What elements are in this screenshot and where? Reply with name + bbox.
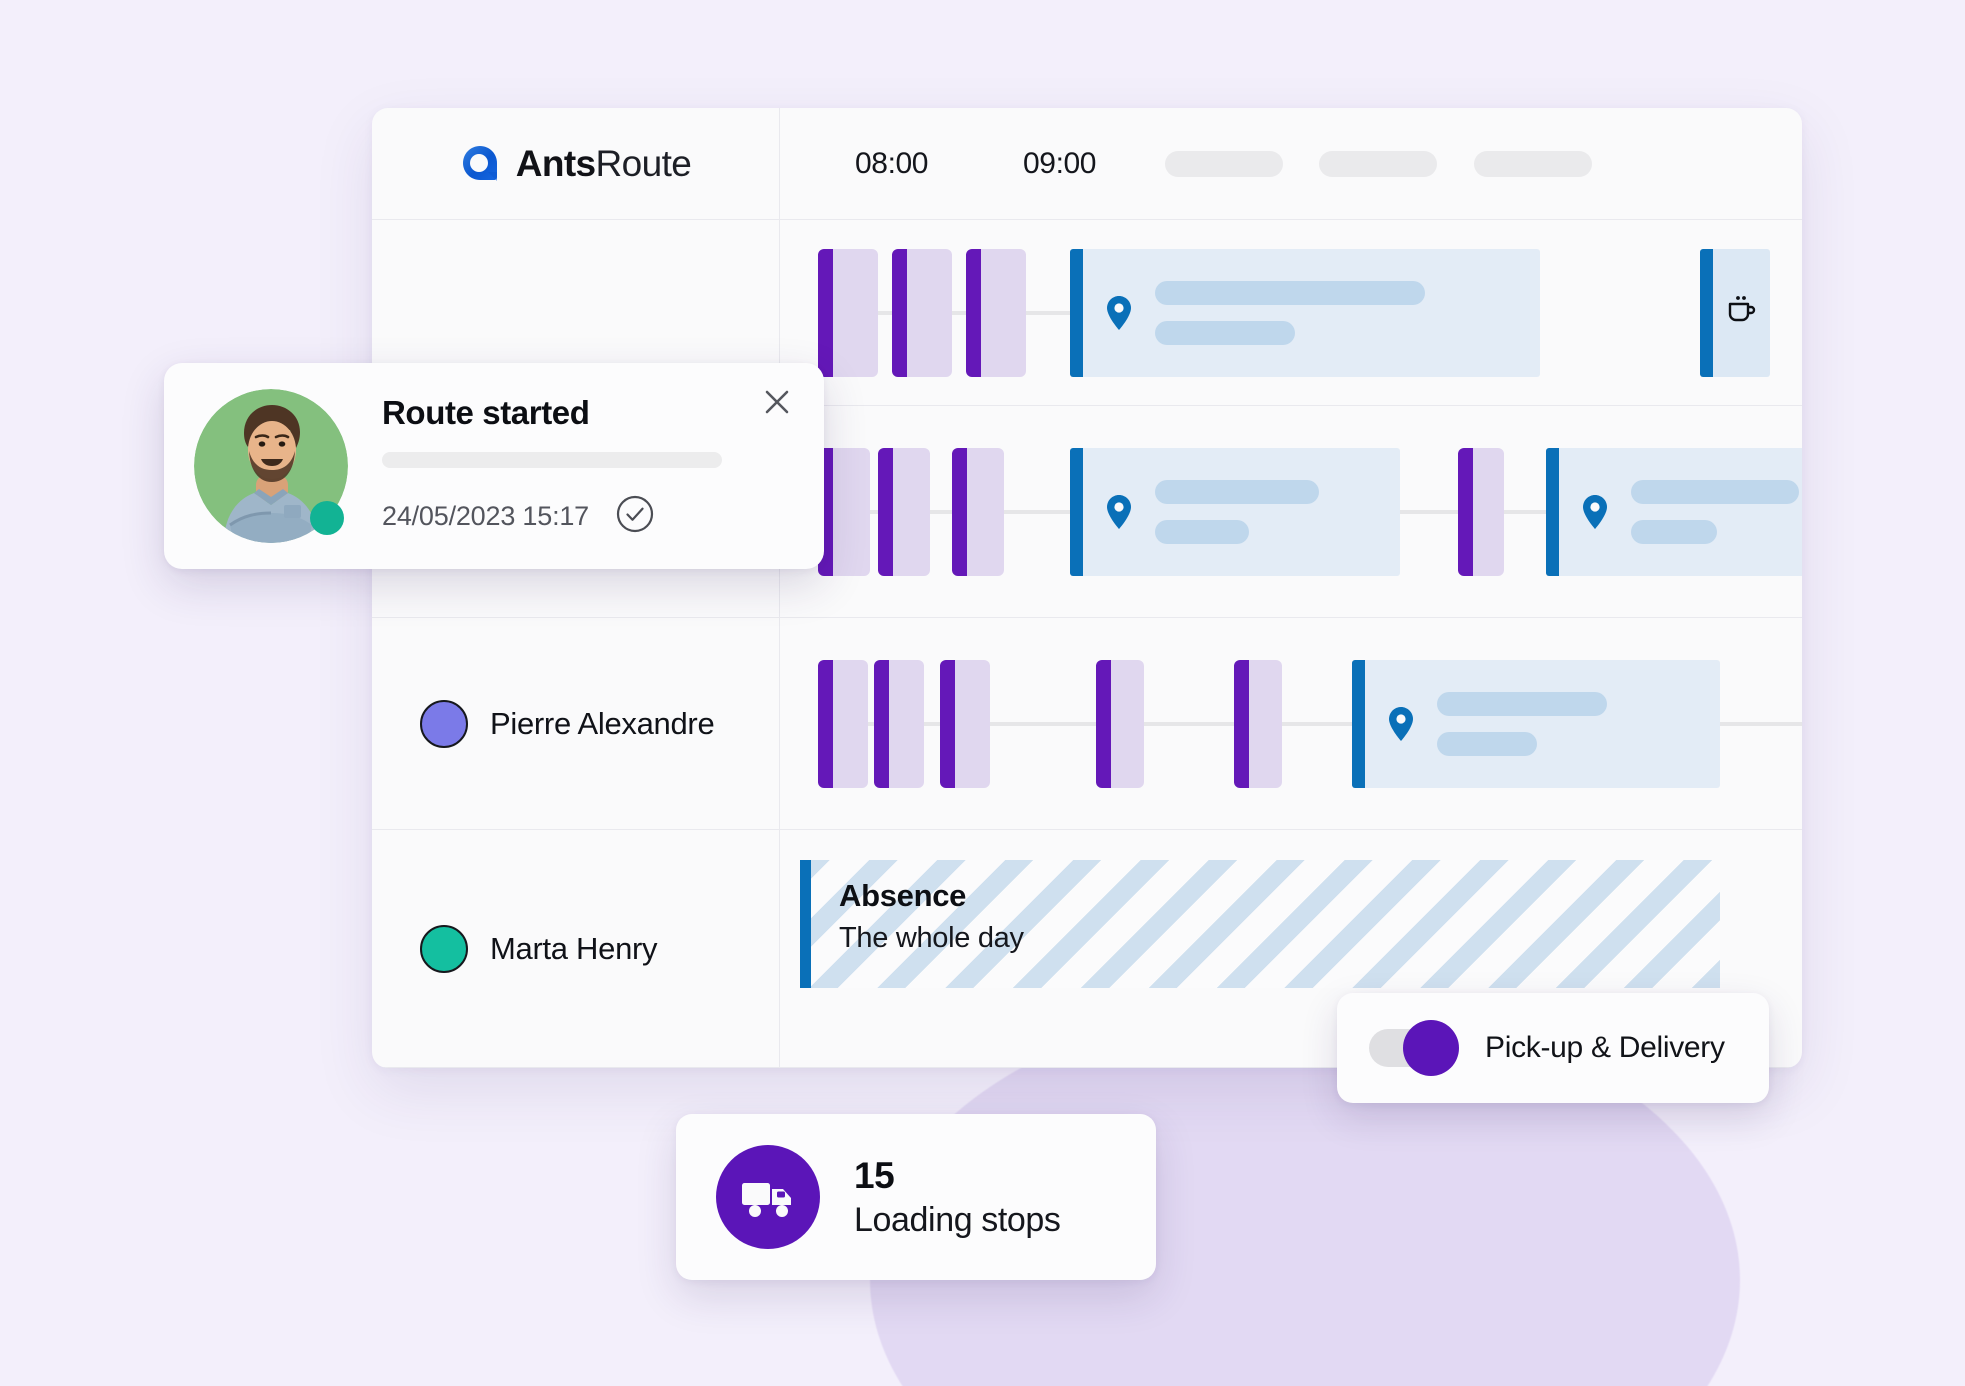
popup-content: Route started 24/05/2023 15:17 — [382, 394, 794, 539]
driver-list: Pierre Henry Pierre Alexandre Marta Henr… — [372, 220, 780, 1068]
pickup-delivery-label: Pick-up & Delivery — [1485, 1031, 1725, 1064]
popup-footer: 24/05/2023 15:17 — [382, 494, 794, 539]
pickup-delivery-card: Pick-up & Delivery — [1337, 993, 1769, 1103]
visit-block[interactable] — [1546, 447, 1802, 576]
driver-row-pierre-alexandre[interactable]: Pierre Alexandre — [372, 618, 779, 830]
popup-title: Route started — [382, 393, 590, 431]
map-pin-icon — [1387, 706, 1415, 742]
absence-block[interactable]: Absence The whole day — [800, 860, 1720, 988]
map-pin-icon — [1581, 494, 1609, 530]
online-badge — [310, 501, 344, 535]
break-block[interactable] — [1700, 248, 1770, 377]
driver-name: Marta Henry — [490, 930, 658, 966]
visit-block[interactable] — [1352, 659, 1720, 788]
route-started-popup: Route started 24/05/2023 15:17 — [164, 363, 824, 569]
brand-cell: AntsRoute — [372, 108, 780, 220]
task-block[interactable] — [818, 659, 868, 788]
task-block[interactable] — [966, 248, 1026, 377]
visit-block[interactable] — [1070, 447, 1400, 576]
driver-name: Pierre Alexandre — [490, 705, 715, 741]
screenshot-root: AntsRoute 08:00 09:00 Pierre Henry — [0, 0, 1965, 1386]
timeline-tracks: Absence The whole day — [780, 220, 1802, 1068]
map-pin-icon — [1105, 295, 1133, 331]
visit-block[interactable] — [1070, 248, 1540, 377]
timeline-placeholder-pill — [1165, 150, 1283, 177]
task-block[interactable] — [892, 248, 952, 377]
task-block[interactable] — [818, 447, 870, 576]
brand-logo[interactable]: AntsRoute — [460, 143, 692, 185]
task-block[interactable] — [1234, 659, 1282, 788]
timeline-row-1[interactable] — [780, 220, 1802, 406]
loading-stops-text: 15 Loading stops — [854, 1155, 1061, 1240]
task-block[interactable] — [940, 659, 990, 788]
timeline-row-3[interactable] — [780, 618, 1802, 830]
timeline-placeholder-pill — [1319, 150, 1437, 177]
avatar — [420, 699, 468, 748]
window-body: Pierre Henry Pierre Alexandre Marta Henr… — [372, 220, 1802, 1068]
avatar — [420, 924, 468, 973]
timeline-placeholder-pill — [1474, 150, 1592, 177]
timeline-header: 08:00 09:00 — [780, 108, 1802, 220]
popup-skeleton-bar — [382, 451, 722, 468]
task-block[interactable] — [878, 447, 930, 576]
visit-skeleton-lines — [1155, 280, 1425, 345]
coffee-break-icon — [1725, 293, 1759, 332]
task-block[interactable] — [1458, 447, 1504, 576]
absence-title: Absence — [839, 878, 967, 913]
antsroute-logo-icon — [460, 144, 500, 184]
loading-stops-count: 15 — [854, 1154, 895, 1196]
time-tick-0900: 09:00 — [1023, 146, 1097, 180]
popup-timestamp: 24/05/2023 15:17 — [382, 500, 589, 531]
check-circle-icon — [615, 494, 655, 539]
loading-stops-label: Loading stops — [854, 1200, 1061, 1239]
loading-stops-card: 15 Loading stops — [676, 1114, 1156, 1280]
task-block[interactable] — [1096, 659, 1144, 788]
absence-subtitle: The whole day — [839, 922, 1024, 954]
scheduler-window: AntsRoute 08:00 09:00 Pierre Henry — [372, 108, 1802, 1068]
visit-skeleton-lines — [1155, 479, 1319, 544]
driver-row-marta-henry[interactable]: Marta Henry — [372, 830, 779, 1068]
timeline-row-2[interactable] — [780, 406, 1802, 618]
visit-skeleton-lines — [1437, 691, 1607, 756]
time-tick-0800: 08:00 — [855, 146, 929, 180]
map-pin-icon — [1105, 494, 1133, 530]
brand-name-light: Route — [595, 142, 692, 184]
brand-name: AntsRoute — [516, 143, 692, 185]
delivery-truck-icon — [716, 1145, 820, 1249]
driver-avatar — [194, 389, 348, 543]
visit-skeleton-lines — [1631, 479, 1799, 544]
window-header: AntsRoute 08:00 09:00 — [372, 108, 1802, 220]
task-block[interactable] — [952, 447, 1004, 576]
close-icon[interactable] — [760, 385, 794, 419]
brand-name-bold: Ants — [515, 142, 596, 184]
task-block[interactable] — [874, 659, 924, 788]
pickup-delivery-toggle[interactable] — [1369, 1020, 1459, 1076]
task-block[interactable] — [818, 248, 878, 377]
